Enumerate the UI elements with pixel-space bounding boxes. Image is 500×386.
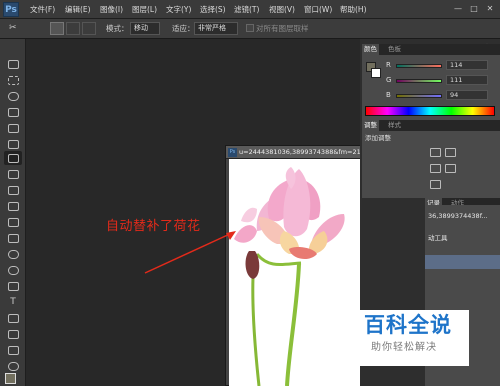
menu-view[interactable]: 视图(V) [269,3,295,17]
hand-tool-icon[interactable] [4,343,22,357]
add-selection-icon[interactable] [66,22,80,35]
move-tool-icon[interactable] [4,57,22,71]
adjust-title: 添加调整 [365,134,391,142]
r-value[interactable]: 114 [446,60,488,70]
document-title: u=2444381036,3899374388&fm=21... [239,148,367,156]
close-icon[interactable]: ✕ [484,3,496,15]
path-select-tool-icon[interactable] [4,311,22,325]
clone-stamp-tool-icon[interactable] [4,183,22,197]
lasso-tool-icon[interactable] [4,89,22,103]
minimize-icon[interactable]: — [452,3,464,15]
mode-label: 模式： [106,24,129,33]
menu-image[interactable]: 图像(I) [100,3,123,17]
pen-tool-icon[interactable] [4,279,22,293]
brush-tool-icon[interactable] [4,167,22,181]
tab-swatches[interactable]: 色板 [386,44,403,55]
b-slider[interactable] [396,94,442,98]
photoshop-logo: Ps [3,2,19,17]
history-row[interactable]: 36,3899374438f... [425,211,500,222]
color-panel-tabs: 颜色 色板 [362,44,500,55]
g-label: G [386,76,392,84]
quick-select-tool-icon[interactable] [4,105,22,119]
annotation-arrow-icon [144,231,236,274]
watermark-subtitle: 助你轻松解决 [371,342,437,353]
blur-tool-icon[interactable] [4,247,22,261]
adapt-label: 适应： [172,24,195,33]
history-row[interactable]: 动工具 [425,233,500,244]
threshold-icon[interactable] [430,180,441,189]
eyedropper-tool-icon[interactable] [4,137,22,151]
history-selected-row[interactable] [425,255,500,269]
menu-window[interactable]: 窗口(W) [304,3,332,17]
tab-adjustments[interactable]: 调整 [362,120,379,131]
tools-panel: T [0,39,26,386]
g-value[interactable]: 111 [446,75,488,85]
content-aware-move-icon[interactable]: ✂ [9,23,29,35]
r-slider[interactable] [396,64,442,68]
document-ps-icon: Ps [228,148,237,157]
foreground-color-swatch[interactable] [5,373,16,384]
color-balance-icon[interactable] [430,164,441,173]
menu-file[interactable]: 文件(F) [30,3,55,17]
shape-tool-icon[interactable] [4,327,22,341]
triangle-icon[interactable] [445,148,456,157]
adapt-select[interactable]: 非常严格 [194,22,238,35]
menu-edit[interactable]: 编辑(E) [65,3,91,17]
tab-color[interactable]: 颜色 [362,44,379,55]
channel-mixer-icon[interactable] [445,164,456,173]
g-slider[interactable] [396,79,442,83]
b-value[interactable]: 94 [446,90,488,100]
dodge-tool-icon[interactable] [4,263,22,277]
menu-select[interactable]: 选择(S) [200,3,226,17]
options-bar: ✂ 模式： 移动 适应： 非常严格 对所有图层取样 [0,19,500,39]
watermark-title: 百科全说 [364,313,452,337]
subtract-selection-icon[interactable] [82,22,96,35]
r-label: R [386,61,391,69]
gradient-tool-icon[interactable] [4,231,22,245]
menu-layer[interactable]: 图层(L) [132,3,157,17]
menu-type[interactable]: 文字(Y) [166,3,191,17]
content-aware-move-tool-icon[interactable] [4,151,22,165]
sample-all-layers-checkbox[interactable] [246,24,254,32]
zoom-tool-icon[interactable] [4,359,22,373]
tab-styles[interactable]: 样式 [386,120,403,131]
eraser-tool-icon[interactable] [4,215,22,229]
adjustments-panel: 添加调整 [362,131,500,198]
background-swatch[interactable] [371,68,381,78]
menu-bar: Ps 文件(F) 编辑(E) 图像(I) 图层(L) 文字(Y) 选择(S) 滤… [0,0,500,19]
adjust-panel-tabs: 调整 样式 [362,120,500,131]
new-selection-icon[interactable] [50,22,64,35]
mode-select[interactable]: 移动 [130,22,160,35]
type-tool-icon[interactable]: T [4,295,22,309]
marquee-tool-icon[interactable] [4,73,22,87]
b-label: B [386,91,391,99]
crop-tool-icon[interactable] [4,121,22,135]
menu-filter[interactable]: 滤镜(T) [234,3,259,17]
levels-icon[interactable] [430,148,441,157]
restore-icon[interactable]: □ [468,3,480,15]
color-spectrum-bar[interactable] [365,106,495,116]
menu-help[interactable]: 帮助(H) [340,3,367,17]
history-brush-tool-icon[interactable] [4,199,22,213]
sample-all-layers-label: 对所有图层取样 [256,24,309,33]
